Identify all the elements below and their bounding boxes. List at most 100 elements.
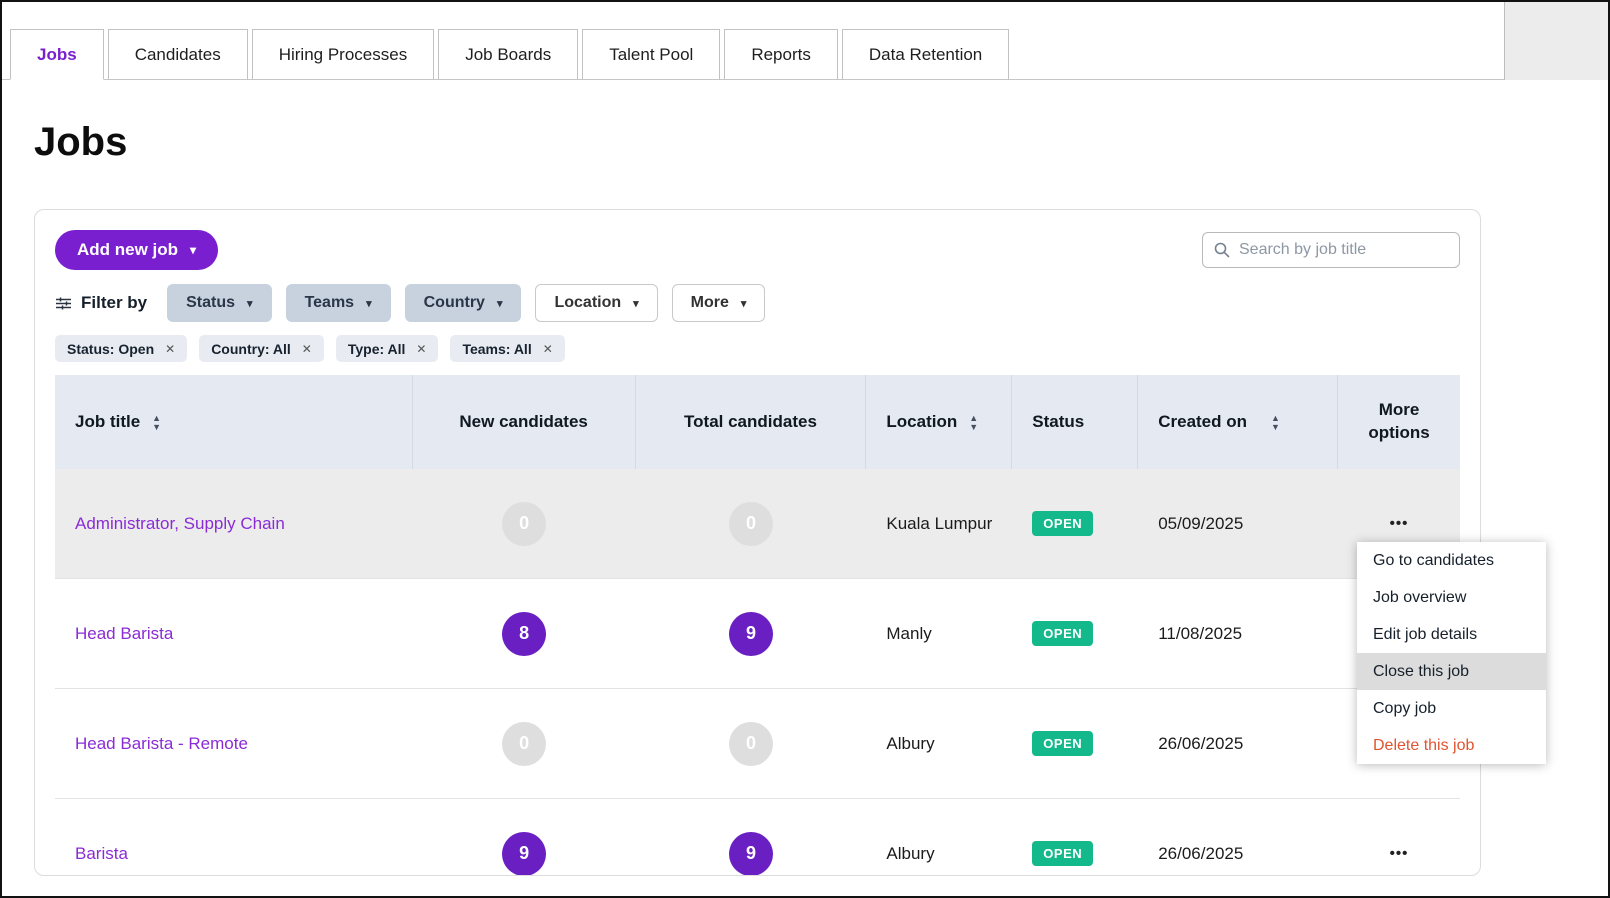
total-candidates-badge: 9 <box>729 832 773 876</box>
tab-jobs[interactable]: Jobs <box>10 29 104 80</box>
new-candidates-badge: 0 <box>502 722 546 766</box>
background-strip <box>1504 2 1608 80</box>
column-label: Job title <box>75 412 140 432</box>
sort-icon: ▲▼ <box>1271 414 1280 431</box>
menu-item-close-this-job[interactable]: Close this job <box>1357 653 1546 690</box>
new-candidates-badge: 8 <box>502 612 546 656</box>
total-candidates-badge: 0 <box>729 722 773 766</box>
column-header-more-options: More options <box>1338 375 1460 469</box>
chevron-down-icon: ▾ <box>497 297 503 310</box>
new-candidates-badge: 9 <box>502 832 546 876</box>
column-label: Created on <box>1158 412 1247 432</box>
search-box <box>1202 232 1460 268</box>
sort-icon: ▲▼ <box>969 414 978 431</box>
card-toolbar: Add new job ▾ <box>55 230 1460 270</box>
chevron-down-icon: ▾ <box>247 297 253 310</box>
chevron-down-icon: ▾ <box>190 243 196 257</box>
created-on-cell: 26/06/2025 <box>1138 689 1338 798</box>
search-input[interactable] <box>1239 241 1449 259</box>
table-row: Administrator, Supply Chain 0 0 Kuala Lu… <box>55 469 1460 579</box>
tab-job-boards[interactable]: Job Boards <box>438 29 578 80</box>
jobs-card: Add new job ▾ <box>34 209 1481 876</box>
new-candidates-badge: 0 <box>502 502 546 546</box>
row-context-menu: Go to candidates Job overview Edit job d… <box>1357 542 1546 764</box>
menu-item-edit-job-details[interactable]: Edit job details <box>1357 616 1546 653</box>
jobs-table: Job title ▲▼ New candidates Total candid… <box>55 375 1460 876</box>
column-label: New candidates <box>459 412 588 432</box>
active-filter-chips: Status: Open ✕ Country: All ✕ Type: All … <box>55 335 1460 362</box>
chip-label: Teams: All <box>462 341 531 357</box>
chevron-down-icon: ▾ <box>741 297 747 310</box>
job-title-link[interactable]: Barista <box>75 844 128 864</box>
table-header-row: Job title ▲▼ New candidates Total candid… <box>55 375 1460 469</box>
column-label: Status <box>1032 412 1084 432</box>
tab-data-retention[interactable]: Data Retention <box>842 29 1009 80</box>
filter-button-status-label: Status <box>186 294 235 312</box>
filter-button-teams[interactable]: Teams ▾ <box>286 284 391 322</box>
close-icon[interactable]: ✕ <box>302 342 312 356</box>
row-actions-button[interactable]: ••• <box>1390 515 1409 532</box>
filter-button-location-label: Location <box>554 294 621 312</box>
menu-item-job-overview[interactable]: Job overview <box>1357 579 1546 616</box>
page-title: Jobs <box>34 120 1576 165</box>
tab-candidates[interactable]: Candidates <box>108 29 248 80</box>
filter-button-country-label: Country <box>424 294 485 312</box>
sort-icon: ▲▼ <box>152 414 161 431</box>
total-candidates-badge: 0 <box>729 502 773 546</box>
chip-label: Country: All <box>211 341 291 357</box>
column-header-total-candidates: Total candidates <box>636 375 867 469</box>
status-badge: OPEN <box>1032 511 1093 536</box>
location-cell: Manly <box>866 579 1012 688</box>
created-on-cell: 05/09/2025 <box>1138 469 1338 578</box>
close-icon[interactable]: ✕ <box>543 342 553 356</box>
status-badge: OPEN <box>1032 841 1093 866</box>
job-title-link[interactable]: Administrator, Supply Chain <box>75 514 285 534</box>
close-icon[interactable]: ✕ <box>165 342 175 356</box>
main-tabbar: Jobs Candidates Hiring Processes Job Boa… <box>2 2 1504 80</box>
chip-label: Status: Open <box>67 341 154 357</box>
total-candidates-badge: 9 <box>729 612 773 656</box>
created-on-cell: 26/06/2025 <box>1138 799 1338 876</box>
created-on-cell: 11/08/2025 <box>1138 579 1338 688</box>
status-badge: OPEN <box>1032 621 1093 646</box>
location-cell: Albury <box>866 799 1012 876</box>
table-row: Head Barista - Remote 0 0 Albury OPEN 26… <box>55 689 1460 799</box>
menu-item-delete-this-job[interactable]: Delete this job <box>1357 727 1546 764</box>
filter-button-location[interactable]: Location ▾ <box>535 284 657 322</box>
chip-label: Type: All <box>348 341 406 357</box>
location-cell: Albury <box>866 689 1012 798</box>
column-header-job-title[interactable]: Job title ▲▼ <box>55 375 413 469</box>
table-row: Barista 9 9 Albury OPEN 26/06/2025 ••• <box>55 799 1460 876</box>
column-header-status: Status <box>1012 375 1138 469</box>
filter-button-status[interactable]: Status ▾ <box>167 284 271 322</box>
table-row: Head Barista 8 9 Manly OPEN 11/08/2025 •… <box>55 579 1460 689</box>
close-icon[interactable]: ✕ <box>416 342 426 356</box>
row-actions-button[interactable]: ••• <box>1390 845 1409 862</box>
chip-status-open: Status: Open ✕ <box>55 335 187 362</box>
menu-item-copy-job[interactable]: Copy job <box>1357 690 1546 727</box>
tab-talent-pool[interactable]: Talent Pool <box>582 29 720 80</box>
filter-button-country[interactable]: Country ▾ <box>405 284 522 322</box>
column-header-created-on[interactable]: Created on ▲▼ <box>1138 375 1338 469</box>
filter-button-teams-label: Teams <box>305 294 355 312</box>
add-new-job-label: Add new job <box>77 240 178 260</box>
filter-by-label: Filter by <box>81 293 147 313</box>
tab-hiring-processes[interactable]: Hiring Processes <box>252 29 435 80</box>
column-label: More options <box>1358 399 1440 445</box>
location-cell: Kuala Lumpur <box>866 469 1012 578</box>
add-new-job-button[interactable]: Add new job ▾ <box>55 230 218 270</box>
filter-row: Filter by Status ▾ Teams ▾ Country ▾ Loc… <box>55 284 1460 322</box>
chip-teams-all: Teams: All ✕ <box>450 335 564 362</box>
tab-reports[interactable]: Reports <box>724 29 838 80</box>
chip-country-all: Country: All ✕ <box>199 335 324 362</box>
menu-item-go-to-candidates[interactable]: Go to candidates <box>1357 542 1546 579</box>
column-header-location[interactable]: Location ▲▼ <box>866 375 1012 469</box>
filter-sliders-icon <box>55 295 72 312</box>
column-header-new-candidates: New candidates <box>413 375 636 469</box>
filter-button-more-label: More <box>691 294 729 312</box>
job-title-link[interactable]: Head Barista - Remote <box>75 734 248 754</box>
filter-button-more[interactable]: More ▾ <box>672 284 766 322</box>
job-title-link[interactable]: Head Barista <box>75 624 173 644</box>
filter-by: Filter by <box>55 293 147 313</box>
chip-type-all: Type: All ✕ <box>336 335 439 362</box>
